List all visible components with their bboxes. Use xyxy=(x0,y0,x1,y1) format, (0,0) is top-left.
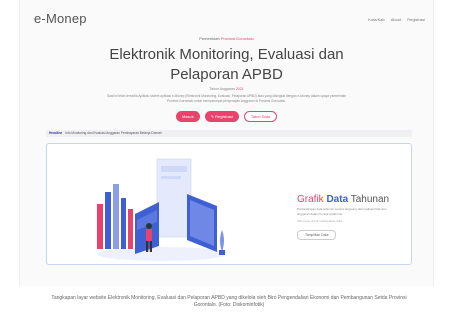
hero-buttons: Masuk ✎Registrasi Tabel Data xyxy=(20,111,433,122)
photo-caption: Tangkapan layar website Elektronik Monit… xyxy=(51,295,407,308)
website-screenshot: e-Monep Kota/Kab About Registrasi Pemeri… xyxy=(19,0,434,286)
page-title: Elektronik Monitoring, Evaluasi dan Pela… xyxy=(109,46,344,83)
tabel-data-button[interactable]: Tabel Data xyxy=(243,111,278,122)
registrasi-button[interactable]: ✎Registrasi xyxy=(204,111,239,122)
user-plus-icon: ✎ xyxy=(210,114,215,119)
ticker-text: Info Monitoring dan Evaluasi Anggaran Pe… xyxy=(65,131,162,135)
budget-year: Tahun Anggaran 2021 xyxy=(209,87,244,91)
navbar: e-Monep Kota/Kab About Registrasi xyxy=(20,0,433,34)
hero-pretitle: Pemerintah Provinsi Gorontalo xyxy=(199,36,254,41)
grafik-note: Klik menu untuk melanjutkan data xyxy=(297,219,343,223)
tampilkan-data-button[interactable]: Tampilkan Data xyxy=(297,230,337,240)
headline-ticker[interactable]: Headline Info Monitoring dan Evaluasi An… xyxy=(46,130,412,137)
hero-description: Saat ini telah tersedia Aplikasi sistem … xyxy=(106,94,347,103)
masuk-button[interactable]: Masuk xyxy=(175,111,200,122)
nav-link-kota[interactable]: Kota/Kab xyxy=(368,17,384,22)
nav-link-registrasi[interactable]: Registrasi xyxy=(407,17,425,22)
nav-links: Kota/Kab About Registrasi xyxy=(368,17,425,22)
ticker-label: Headline xyxy=(49,131,63,135)
logo[interactable]: e-Monep xyxy=(34,11,87,26)
province-highlight: Provinsi Gorontalo xyxy=(220,36,254,41)
hero-section: Pemerintah Provinsi Gorontalo Elektronik… xyxy=(20,36,433,122)
grafik-title: Grafik Data Tahunan xyxy=(297,194,390,205)
grafik-description: Perbandingan data tahunan secara langsun… xyxy=(297,207,387,216)
grafik-panel: Grafik Data Tahunan Perbandingan data ta… xyxy=(46,143,412,265)
data-analysis-illustration xyxy=(97,158,227,261)
nav-link-about[interactable]: About xyxy=(391,17,401,22)
grafik-section: Grafik Data Tahunan Perbandingan data ta… xyxy=(297,194,407,241)
